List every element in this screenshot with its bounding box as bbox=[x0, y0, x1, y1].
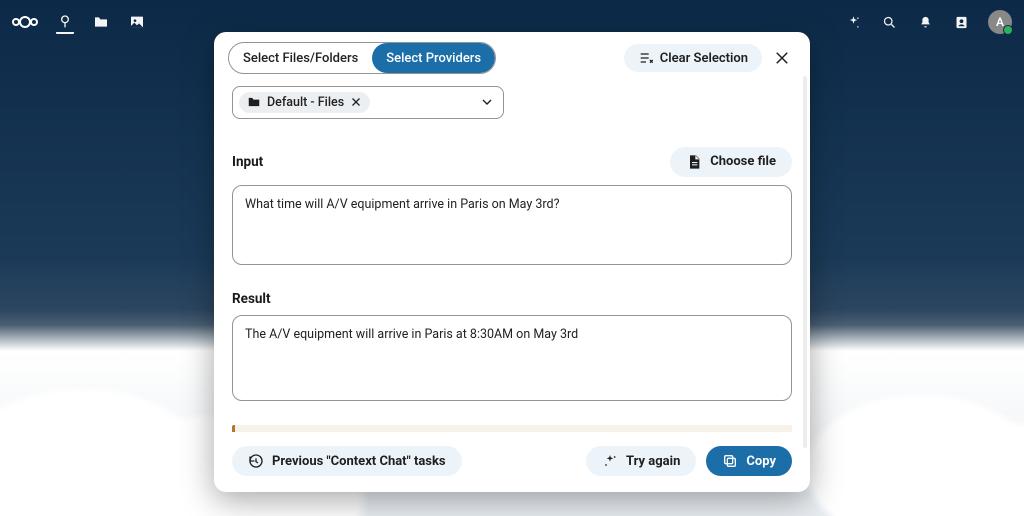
result-label: Result bbox=[232, 291, 792, 307]
choose-file-label: Choose file bbox=[710, 154, 776, 169]
result-textarea[interactable] bbox=[232, 315, 792, 401]
copy-icon bbox=[722, 453, 738, 469]
provider-chip-label: Default - Files bbox=[267, 95, 344, 110]
contacts-icon[interactable] bbox=[952, 13, 970, 31]
choose-file-button[interactable]: Choose file bbox=[670, 147, 792, 177]
input-header-row: Input Choose file bbox=[232, 147, 792, 177]
tab-select-files[interactable]: Select Files/Folders bbox=[229, 43, 372, 73]
close-modal-button[interactable] bbox=[768, 44, 796, 72]
provider-chip: Default - Files bbox=[239, 92, 370, 113]
modal-footer: Previous "Context Chat" tasks Try again … bbox=[214, 432, 810, 476]
history-icon bbox=[248, 453, 264, 469]
ai-disclaimer: This output was generated by AI. Make su… bbox=[232, 425, 792, 432]
remove-chip-icon[interactable] bbox=[350, 96, 362, 108]
previous-tasks-label: Previous "Context Chat" tasks bbox=[272, 454, 446, 469]
copy-button[interactable]: Copy bbox=[706, 446, 792, 476]
try-again-button[interactable]: Try again bbox=[586, 446, 696, 476]
files-nav-icon[interactable] bbox=[92, 13, 110, 31]
copy-label: Copy bbox=[746, 454, 776, 469]
modal-header: Select Files/Folders Select Providers Cl… bbox=[214, 32, 810, 80]
provider-select[interactable]: Default - Files bbox=[232, 86, 504, 119]
input-label: Input bbox=[232, 154, 263, 170]
chevron-down-icon[interactable] bbox=[479, 94, 495, 110]
input-textarea[interactable] bbox=[232, 185, 792, 265]
app-logo[interactable] bbox=[12, 16, 38, 28]
clear-selection-button[interactable]: Clear Selection bbox=[624, 44, 762, 72]
photos-nav-icon[interactable] bbox=[128, 13, 146, 31]
sparkle-icon[interactable] bbox=[844, 13, 862, 31]
clear-icon bbox=[638, 50, 654, 66]
search-icon[interactable] bbox=[880, 13, 898, 31]
notifications-icon[interactable] bbox=[916, 13, 934, 31]
previous-tasks-button[interactable]: Previous "Context Chat" tasks bbox=[232, 446, 462, 476]
close-icon bbox=[773, 49, 791, 67]
scope-tabs: Select Files/Folders Select Providers bbox=[228, 42, 496, 74]
clear-selection-label: Clear Selection bbox=[660, 51, 748, 66]
file-icon bbox=[686, 154, 702, 170]
try-again-label: Try again bbox=[626, 454, 680, 469]
user-avatar[interactable]: A bbox=[988, 10, 1012, 34]
assistant-nav-icon[interactable] bbox=[56, 16, 74, 34]
assistant-modal: Select Files/Folders Select Providers Cl… bbox=[214, 32, 810, 492]
avatar-initial: A bbox=[996, 15, 1004, 29]
tab-select-providers[interactable]: Select Providers bbox=[372, 43, 495, 73]
folder-icon bbox=[247, 95, 261, 109]
sparkles-icon bbox=[602, 453, 618, 469]
